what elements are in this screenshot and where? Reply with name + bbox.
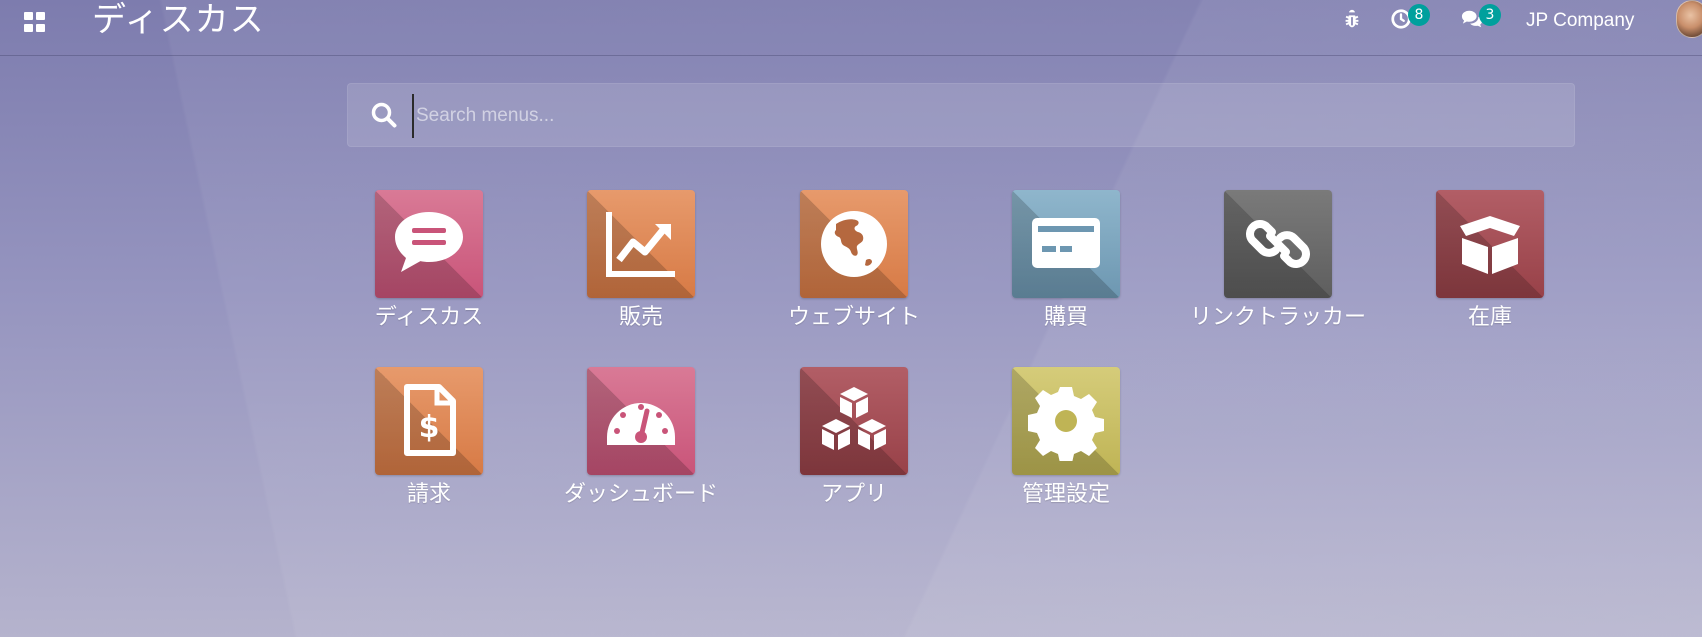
app-apps[interactable]: アプリ bbox=[754, 367, 954, 517]
globe-icon bbox=[821, 211, 887, 277]
app-tile bbox=[587, 190, 695, 298]
app-tile bbox=[1436, 190, 1544, 298]
debug-bug-icon[interactable] bbox=[1341, 8, 1363, 30]
app-discuss[interactable]: ディスカス bbox=[329, 190, 529, 340]
app-label: 請求 bbox=[406, 482, 451, 507]
svg-text:$: $ bbox=[419, 410, 440, 445]
app-label: 販売 bbox=[618, 305, 663, 330]
app-label: ダッシュボード bbox=[563, 482, 718, 507]
app-label: アプリ bbox=[820, 482, 887, 507]
app-purchase[interactable]: 購買 bbox=[966, 190, 1166, 340]
app-link-tracker[interactable]: リンクトラッカー bbox=[1178, 190, 1378, 340]
app-tile bbox=[1012, 367, 1120, 475]
chat-bubble-icon bbox=[395, 212, 463, 272]
app-sales[interactable]: 販売 bbox=[541, 190, 741, 340]
app-tile: $ bbox=[375, 367, 483, 475]
app-settings[interactable]: 管理設定 bbox=[966, 367, 1166, 517]
link-icon bbox=[1246, 220, 1310, 268]
app-label: ディスカス bbox=[374, 305, 484, 330]
app-tile bbox=[800, 367, 908, 475]
gear-icon bbox=[1028, 387, 1104, 461]
app-label: リンクトラッカー bbox=[1189, 305, 1366, 330]
app-invoicing[interactable]: $ 請求 bbox=[329, 367, 529, 517]
activity-count-badge: 8 bbox=[1408, 4, 1430, 26]
cubes-icon bbox=[822, 387, 886, 450]
search-menus-input[interactable] bbox=[412, 94, 1552, 138]
app-label: ウェブサイト bbox=[787, 305, 920, 330]
app-inventory[interactable]: 在庫 bbox=[1390, 190, 1590, 340]
systray: 8 3 JP Company bbox=[0, 0, 1702, 56]
app-label: 在庫 bbox=[1467, 305, 1512, 330]
gauge-icon bbox=[607, 403, 675, 445]
app-tile bbox=[1012, 190, 1120, 298]
app-tile bbox=[1224, 190, 1332, 298]
app-tile bbox=[375, 190, 483, 298]
top-navbar: ディスカス 8 3 JP Company bbox=[0, 0, 1702, 56]
app-website[interactable]: ウェブサイト bbox=[754, 190, 954, 340]
search-bar bbox=[347, 83, 1575, 147]
sales-chart-icon bbox=[606, 212, 675, 277]
search-icon bbox=[371, 102, 397, 128]
user-avatar[interactable] bbox=[1676, 0, 1702, 38]
app-label: 購買 bbox=[1043, 305, 1088, 330]
box-icon bbox=[1460, 216, 1520, 274]
app-tile bbox=[800, 190, 908, 298]
app-label: 管理設定 bbox=[1021, 482, 1110, 507]
app-dashboards[interactable]: ダッシュボード bbox=[541, 367, 741, 517]
app-tile bbox=[587, 367, 695, 475]
invoice-icon: $ bbox=[404, 384, 456, 456]
company-switcher[interactable]: JP Company bbox=[1526, 8, 1634, 34]
credit-card-icon bbox=[1032, 218, 1100, 268]
messages-count-badge: 3 bbox=[1479, 4, 1501, 26]
